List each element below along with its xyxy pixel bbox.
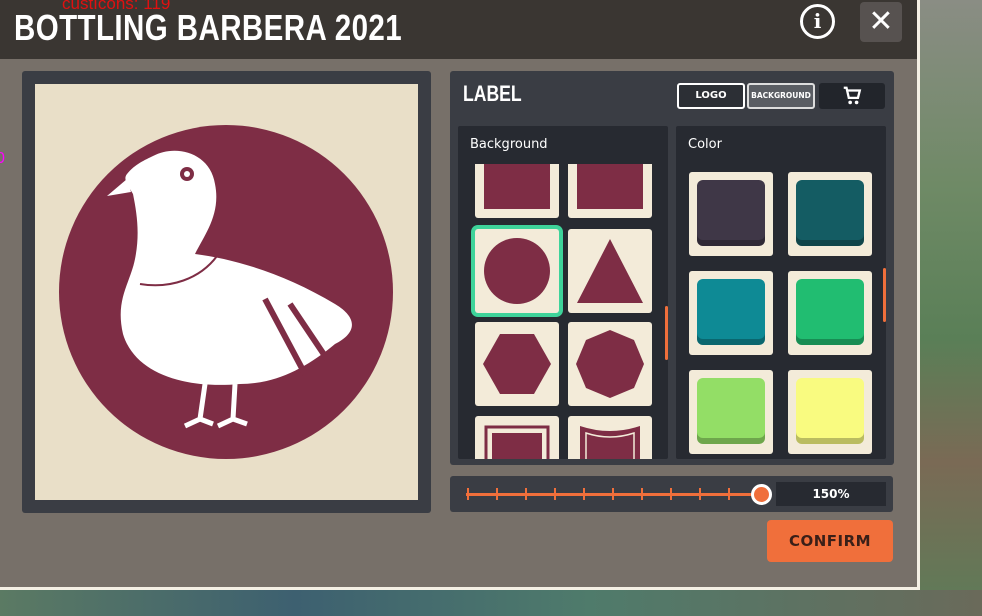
color-scroll[interactable] bbox=[676, 164, 886, 459]
hexagon-shape-icon bbox=[483, 334, 551, 394]
color-column-header: Color bbox=[688, 137, 722, 152]
background-column-header: Background bbox=[470, 137, 548, 152]
pigeon-icon bbox=[59, 125, 393, 459]
label-preview-panel bbox=[22, 71, 431, 513]
square-shape-icon bbox=[484, 164, 550, 209]
slider-tick bbox=[496, 488, 498, 500]
slider-track[interactable] bbox=[466, 493, 762, 496]
banner-shape-icon bbox=[580, 426, 640, 459]
info-icon: i bbox=[813, 9, 822, 33]
tab-logo[interactable]: LOGO bbox=[677, 83, 745, 109]
color-swatch bbox=[796, 180, 864, 246]
game-background-bottom bbox=[0, 590, 982, 616]
background-scrollbar[interactable] bbox=[665, 306, 668, 360]
label-preview bbox=[35, 84, 418, 500]
square-shape-icon bbox=[577, 164, 643, 209]
shape-tile-triangle[interactable] bbox=[568, 229, 652, 313]
info-button[interactable]: i bbox=[800, 4, 835, 39]
shape-tile-square[interactable] bbox=[568, 164, 652, 218]
zoom-slider[interactable]: 150% bbox=[450, 476, 893, 512]
shape-tile-square[interactable] bbox=[475, 164, 559, 218]
shape-tile-frame[interactable] bbox=[475, 416, 559, 459]
close-button[interactable]: ✕ bbox=[860, 2, 902, 42]
color-scrollbar[interactable] bbox=[883, 268, 886, 322]
label-options-panel: LABEL LOGO BACKGROUND Background Color bbox=[450, 71, 894, 465]
slider-tick bbox=[728, 488, 730, 500]
color-tile[interactable] bbox=[689, 172, 773, 256]
shape-tile-octagon[interactable] bbox=[568, 322, 652, 406]
color-list[interactable]: Color bbox=[676, 126, 886, 459]
color-swatch bbox=[697, 180, 765, 246]
shape-tile-circle[interactable] bbox=[475, 229, 559, 313]
slider-tick bbox=[670, 488, 672, 500]
tab-background[interactable]: BACKGROUND bbox=[747, 83, 815, 109]
slider-tick bbox=[467, 488, 469, 500]
confirm-button[interactable]: CONFIRM bbox=[767, 520, 893, 562]
slider-tick bbox=[699, 488, 701, 500]
slider-tick bbox=[612, 488, 614, 500]
octagon-shape-icon bbox=[576, 330, 644, 398]
color-tile[interactable] bbox=[788, 271, 872, 355]
color-swatch bbox=[796, 279, 864, 345]
close-icon: ✕ bbox=[868, 4, 894, 39]
background-shape-list[interactable]: Background bbox=[458, 126, 668, 459]
color-swatch bbox=[697, 279, 765, 345]
slider-tick bbox=[641, 488, 643, 500]
debug-overlay-text: custIcons: 119 bbox=[62, 0, 171, 13]
triangle-shape-icon bbox=[577, 239, 643, 303]
shape-tile-banner[interactable] bbox=[568, 416, 652, 459]
slider-tick bbox=[554, 488, 556, 500]
background-shape-scroll[interactable] bbox=[458, 164, 668, 459]
slider-tick bbox=[583, 488, 585, 500]
cart-button[interactable] bbox=[819, 83, 885, 109]
cart-icon bbox=[843, 86, 862, 105]
bottling-dialog: BOTTLING BARBERA 2021 i ✕ LABEL LOGO BAC… bbox=[0, 0, 920, 590]
color-tile[interactable] bbox=[788, 370, 872, 454]
slider-knob[interactable] bbox=[751, 484, 772, 505]
color-tile[interactable] bbox=[788, 172, 872, 256]
color-tile[interactable] bbox=[689, 271, 773, 355]
frame-shape-icon bbox=[484, 425, 550, 459]
color-swatch bbox=[697, 378, 765, 444]
label-heading: LABEL bbox=[463, 81, 522, 106]
zoom-value: 150% bbox=[776, 482, 886, 506]
debug-left-text: 0 bbox=[0, 150, 5, 167]
color-swatch bbox=[796, 378, 864, 444]
shape-tile-hexagon[interactable] bbox=[475, 322, 559, 406]
slider-tick bbox=[525, 488, 527, 500]
color-tile[interactable] bbox=[689, 370, 773, 454]
circle-shape-icon bbox=[484, 238, 550, 304]
game-background-right bbox=[918, 0, 982, 616]
